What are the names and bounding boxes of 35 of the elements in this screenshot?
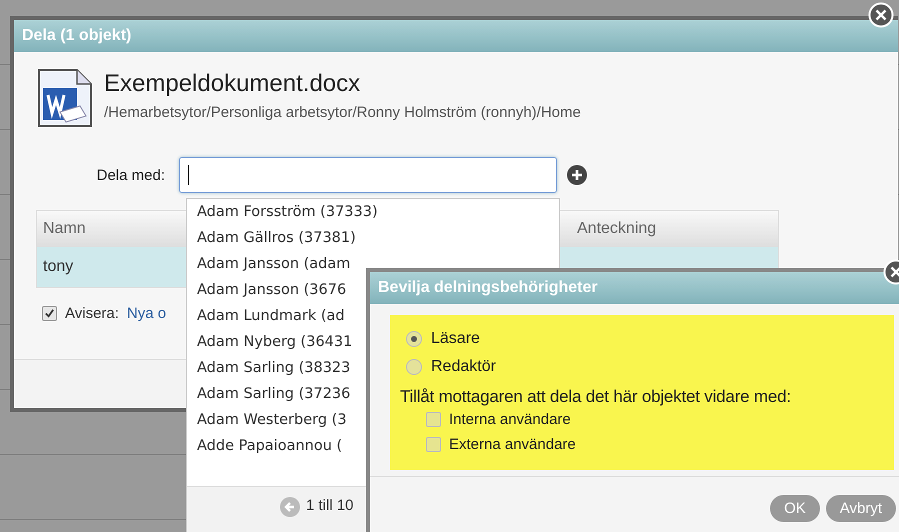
suggestion-item[interactable]: Adam Nyberg (36431 xyxy=(197,333,352,351)
share-with-field[interactable] xyxy=(179,157,557,193)
suggestion-item[interactable]: Adam Westerberg (3 xyxy=(197,411,347,429)
dialog-title: Dela (1 objekt) xyxy=(14,20,898,52)
role-label: Redaktör xyxy=(431,358,496,376)
reshare-option-label: Externa användare xyxy=(449,436,576,453)
reshare-label: Tillåt mottagaren att dela det här objektet vidare med: xyxy=(400,387,792,407)
column-header[interactable]: Namn xyxy=(37,220,86,237)
document-icon xyxy=(36,68,94,128)
suggestion-item[interactable]: Adam Sarling (37236 xyxy=(197,385,350,403)
suggestion-item[interactable]: Adde Papaioannou ( xyxy=(197,437,342,455)
role-radio[interactable] xyxy=(406,359,422,375)
reshare-checkbox[interactable] xyxy=(426,437,441,452)
table-cell: tony xyxy=(43,258,74,276)
page-indicator: 1 till 10 xyxy=(306,497,354,514)
file-name: Exempeldokument.docx xyxy=(104,70,362,98)
dialog-title: Bevilja delningsbehörigheter xyxy=(370,272,899,304)
role-label: Läsare xyxy=(431,330,480,348)
notify-label: Avisera: xyxy=(65,305,119,322)
suggestion-item[interactable]: Adam Forsström (37333) xyxy=(197,203,378,221)
notify-link[interactable]: Nya o xyxy=(126,305,166,322)
file-path: /Hemarbetsytor/Personliga arbetsytor/Ronny Holmström (ronnyh)/Home xyxy=(104,104,581,121)
reshare-option-label: Interna användare xyxy=(449,411,571,428)
suggestion-item[interactable]: Adam Lundmark (ad xyxy=(197,307,345,325)
role-radio[interactable] xyxy=(406,331,422,347)
suggestion-item[interactable]: Adam Gällros (37381) xyxy=(197,229,356,247)
suggestion-item[interactable]: Adam Sarling (38323 xyxy=(197,359,350,377)
reshare-checkbox[interactable] xyxy=(426,412,441,427)
suggestion-item[interactable]: Adam Jansson (adam xyxy=(197,255,350,273)
share-with-label: Dela med: xyxy=(96,166,166,184)
add-icon[interactable] xyxy=(567,165,587,185)
close-icon[interactable] xyxy=(868,2,894,28)
column-header[interactable]: Anteckning xyxy=(571,220,656,237)
notify-checkbox[interactable] xyxy=(42,306,57,321)
suggestion-item[interactable]: Adam Jansson (3676 xyxy=(197,281,346,299)
